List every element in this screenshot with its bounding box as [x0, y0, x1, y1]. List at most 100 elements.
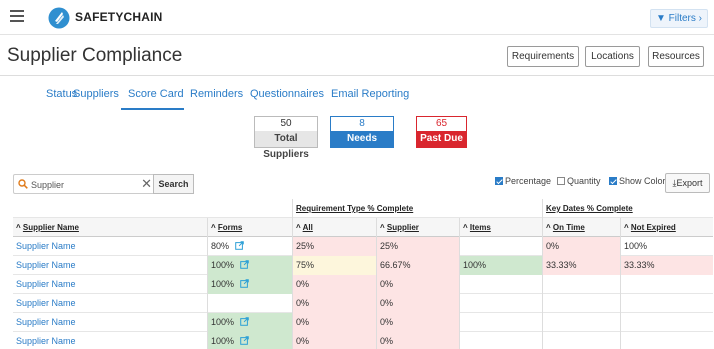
export-button[interactable]: ⤓Export — [665, 173, 710, 193]
cell-all: 25% — [292, 237, 376, 256]
table-row: Supplier Name 80% 25% 25% 0% 100% — [13, 237, 713, 256]
column-header-forms[interactable]: ^ Forms — [207, 218, 292, 237]
column-header-row: ^ Supplier Name ^ Forms ^ All ^ Supplier… — [13, 218, 713, 237]
cell-value: 0% — [380, 298, 394, 308]
cell-value: 100% — [624, 241, 648, 251]
tab-email-reporting[interactable]: Email Reporting — [331, 88, 409, 100]
chevron-right-icon: › — [698, 13, 702, 24]
table-row: Supplier Name 100% 75% 66.67% 100% 33.33% 33.3… — [13, 256, 713, 275]
top-navigation-bar: SAFETYCHAIN ▼ Filters › — [0, 0, 714, 35]
show-color-option[interactable]: Show Color — [609, 176, 666, 186]
cell-all: 0% — [292, 275, 376, 294]
column-header-all[interactable]: ^ All — [292, 218, 376, 237]
table-row: Supplier Name 100% 0% 0% — [13, 332, 713, 349]
cell-not-expired — [620, 332, 713, 349]
active-tab-indicator — [121, 108, 184, 110]
quantity-option[interactable]: Quantity — [557, 176, 601, 186]
column-header-supplier[interactable]: ^ Supplier — [376, 218, 459, 237]
open-form-external-link-icon[interactable] — [240, 279, 249, 288]
cell-not-expired — [620, 275, 713, 294]
total-suppliers-label: Total Suppliers — [255, 131, 317, 160]
cell-forms: 100% — [207, 275, 292, 294]
cell-forms: 80% — [207, 237, 292, 256]
cell-value: 33.33% — [624, 260, 655, 270]
open-form-external-link-icon[interactable] — [240, 260, 249, 269]
column-header-items[interactable]: ^ Items — [459, 218, 542, 237]
cell-all: 75% — [292, 256, 376, 275]
cell-value: 80% — [211, 241, 230, 251]
search-input[interactable] — [31, 177, 141, 192]
cell-items — [459, 294, 542, 313]
cell-value: 0% — [380, 317, 394, 327]
cell-supplier: 0% — [376, 332, 459, 349]
column-header-on-time[interactable]: ^ On Time — [542, 218, 620, 237]
cell-value: 100% — [211, 260, 235, 270]
open-form-external-link-icon[interactable] — [235, 241, 244, 250]
column-group-row: Requirement Type % Complete Key Dates % … — [13, 199, 713, 218]
table-row: Supplier Name 100% 0% 0% — [13, 313, 713, 332]
cell-items — [459, 313, 542, 332]
requirements-button[interactable]: Requirements — [507, 46, 579, 67]
cell-value: 25% — [296, 241, 315, 251]
open-form-external-link-icon[interactable] — [240, 317, 249, 326]
supplier-name-link[interactable]: Supplier Name — [13, 313, 207, 332]
cell-on-time — [542, 313, 620, 332]
past-due-count: 65 — [417, 117, 466, 131]
locations-button[interactable]: Locations — [585, 46, 640, 67]
filter-icon: ▼ — [655, 13, 666, 24]
total-suppliers-count: 50 — [255, 117, 317, 131]
search-button[interactable]: Search — [153, 174, 194, 194]
needs-approval-card[interactable]: 8 Needs Approval — [330, 116, 394, 160]
past-due-card[interactable]: 65 Past Due — [416, 116, 467, 148]
cell-value: 75% — [296, 260, 315, 270]
cell-value: 0% — [296, 298, 310, 308]
search-icon — [18, 179, 28, 189]
cell-on-time: 0% — [542, 237, 620, 256]
show-color-label: Show Color — [619, 176, 666, 186]
tab-reminders[interactable]: Reminders — [190, 88, 243, 100]
percentage-checkbox[interactable] — [495, 177, 503, 185]
safetychain-logo-icon — [48, 7, 70, 29]
cell-on-time — [542, 294, 620, 313]
resources-button[interactable]: Resources — [648, 46, 704, 67]
cell-on-time — [542, 275, 620, 294]
cell-value: 0% — [296, 317, 310, 327]
needs-approval-count: 8 — [331, 117, 393, 131]
column-header-not-expired[interactable]: ^ Not Expired — [620, 218, 713, 237]
clear-search-icon[interactable]: ✕ — [141, 177, 152, 191]
cell-value: 0% — [296, 336, 310, 346]
page-header: Supplier Compliance Requirements Locatio… — [0, 36, 714, 76]
cell-value: 100% — [211, 336, 235, 346]
supplier-name-link[interactable]: Supplier Name — [13, 275, 207, 294]
supplier-name-link[interactable]: Supplier Name — [13, 294, 207, 313]
tab-questionnaires[interactable]: Questionnaires — [250, 88, 324, 100]
cell-supplier: 0% — [376, 275, 459, 294]
cell-not-expired — [620, 294, 713, 313]
filters-button[interactable]: ▼ Filters › — [649, 9, 708, 28]
search-box: ✕ — [13, 174, 157, 194]
hamburger-menu-icon[interactable] — [10, 10, 24, 24]
cell-supplier: 66.67% — [376, 256, 459, 275]
cell-value: 100% — [211, 317, 235, 327]
requirement-type-group-header: Requirement Type % Complete — [292, 199, 542, 218]
page-title: Supplier Compliance — [7, 45, 183, 66]
cell-not-expired: 33.33% — [620, 256, 713, 275]
cell-supplier: 25% — [376, 237, 459, 256]
supplier-name-link[interactable]: Supplier Name — [13, 237, 207, 256]
cell-value: 25% — [380, 241, 399, 251]
percentage-option[interactable]: Percentage — [495, 176, 551, 186]
export-label: Export — [676, 178, 703, 188]
supplier-name-link[interactable]: Supplier Name — [13, 256, 207, 275]
brand-name: SAFETYCHAIN — [75, 10, 163, 24]
supplier-name-link[interactable]: Supplier Name — [13, 332, 207, 349]
show-color-checkbox[interactable] — [609, 177, 617, 185]
column-header-supplier-name[interactable]: ^ Supplier Name — [13, 218, 207, 237]
cell-all: 0% — [292, 313, 376, 332]
tab-suppliers[interactable]: Suppliers — [73, 88, 119, 100]
tab-score-card[interactable]: Score Card — [128, 88, 184, 100]
total-suppliers-card[interactable]: 50 Total Suppliers — [254, 116, 318, 160]
cell-all: 0% — [292, 332, 376, 349]
open-form-external-link-icon[interactable] — [240, 336, 249, 345]
cell-not-expired: 100% — [620, 237, 713, 256]
quantity-checkbox[interactable] — [557, 177, 565, 185]
